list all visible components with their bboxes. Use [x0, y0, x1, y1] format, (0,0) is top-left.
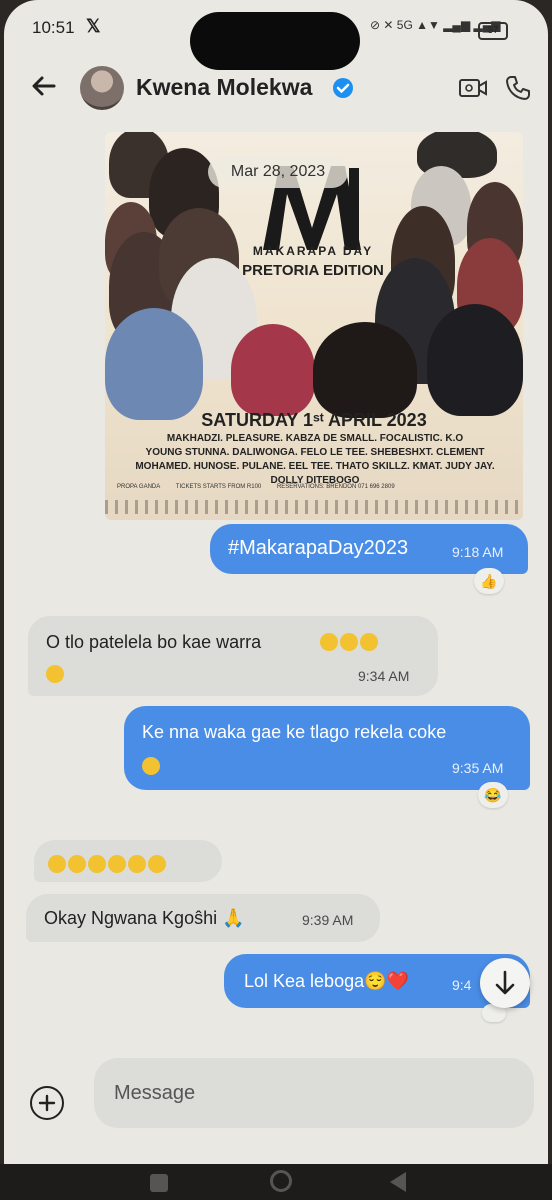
arrow-down-icon	[495, 970, 515, 995]
phone-call-icon[interactable]	[504, 74, 532, 102]
battery-icon: 37	[478, 22, 508, 40]
reaction-thumbs-up[interactable]: 👍	[474, 568, 504, 594]
poster-lineup: MAKHADZI. PLEASURE. KABZA DE SMALL. FOCA…	[135, 433, 495, 486]
video-call-icon[interactable]	[458, 76, 488, 100]
date-separator: Mar 28, 2023	[208, 156, 348, 188]
message-bubble-received[interactable]: Okay Ngwana Kgoŝhi 🙏 9:39 AM	[26, 894, 380, 942]
message-text: Okay Ngwana Kgoŝhi 🙏	[44, 908, 245, 928]
system-nav-bar	[0, 1164, 552, 1200]
message-time: 9:39 AM	[302, 912, 354, 928]
x-app-icon: 𝕏	[86, 16, 101, 36]
message-bubble-received[interactable]	[34, 840, 222, 882]
message-text: O tlo patelela bo kae warra	[46, 632, 262, 652]
poster-footer-brand: PROPA GANDA	[117, 484, 161, 490]
home-button[interactable]	[270, 1170, 292, 1192]
back-arrow-icon[interactable]	[28, 70, 60, 102]
poster-footer-reservations: RESERVATIONS: BRENDON 071 696 2809	[276, 484, 395, 490]
message-time: 9:35 AM	[452, 760, 504, 776]
poster-edition: PRETORIA EDITION	[242, 262, 384, 279]
message-input[interactable]	[94, 1058, 534, 1128]
laughing-emoji-icon	[142, 754, 160, 778]
laughing-emoji-icon	[46, 662, 64, 686]
laughing-emoji-icon	[318, 630, 378, 654]
message-text: #MakarapaDay2023	[228, 537, 409, 559]
chat-header: Kwena Molekwa	[4, 62, 548, 120]
back-button[interactable]	[390, 1172, 406, 1192]
avatar[interactable]	[80, 66, 124, 110]
scroll-to-bottom-button[interactable]	[480, 958, 530, 1008]
event-poster-image[interactable]: MAKARAPA DAY PRETORIA EDITION SATURDAY 1…	[105, 132, 523, 520]
poster-footer: PROPA GANDA TICKETS STARTS FROM R100 RES…	[117, 484, 511, 490]
message-time: 9:18 AM	[452, 544, 504, 560]
message-text: Lol Kea leboga😌❤️	[244, 971, 409, 991]
verified-badge-icon	[333, 78, 353, 98]
reaction-laughing[interactable]: 😂	[478, 782, 508, 808]
recents-button[interactable]	[150, 1174, 168, 1192]
message-bubble-sent[interactable]: Ke nna waka gae ke tlago rekela coke 9:3…	[124, 706, 530, 790]
laughing-emoji-icon	[46, 852, 166, 876]
poster-footer-tickets: TICKETS STARTS FROM R100	[175, 484, 262, 490]
poster-subtitle: MAKARAPA DAY	[252, 244, 374, 258]
contact-name[interactable]: Kwena Molekwa	[136, 74, 312, 101]
phone-screen: 10:51 𝕏 ⊘ ✕ 5G ▲▼ ▂▄▆ ▂▄▆ 37 Kwena Molek…	[4, 0, 548, 1200]
message-time: 9:34 AM	[358, 668, 410, 684]
message-time: 9:4	[452, 977, 472, 993]
plus-icon	[38, 1094, 56, 1112]
message-bubble-sent[interactable]: #MakarapaDay2023 9:18 AM	[210, 524, 528, 574]
message-composer	[4, 1054, 548, 1134]
poster-pattern	[105, 500, 523, 514]
poster-event-date: SATURDAY 1ˢᵗ APRIL 2023	[201, 410, 427, 430]
message-text: Ke nna waka gae ke tlago rekela coke	[142, 722, 447, 742]
message-bubble-received[interactable]: O tlo patelela bo kae warra 9:34 AM	[28, 616, 438, 696]
add-attachment-button[interactable]	[30, 1086, 64, 1120]
status-time: 10:51	[32, 18, 75, 37]
